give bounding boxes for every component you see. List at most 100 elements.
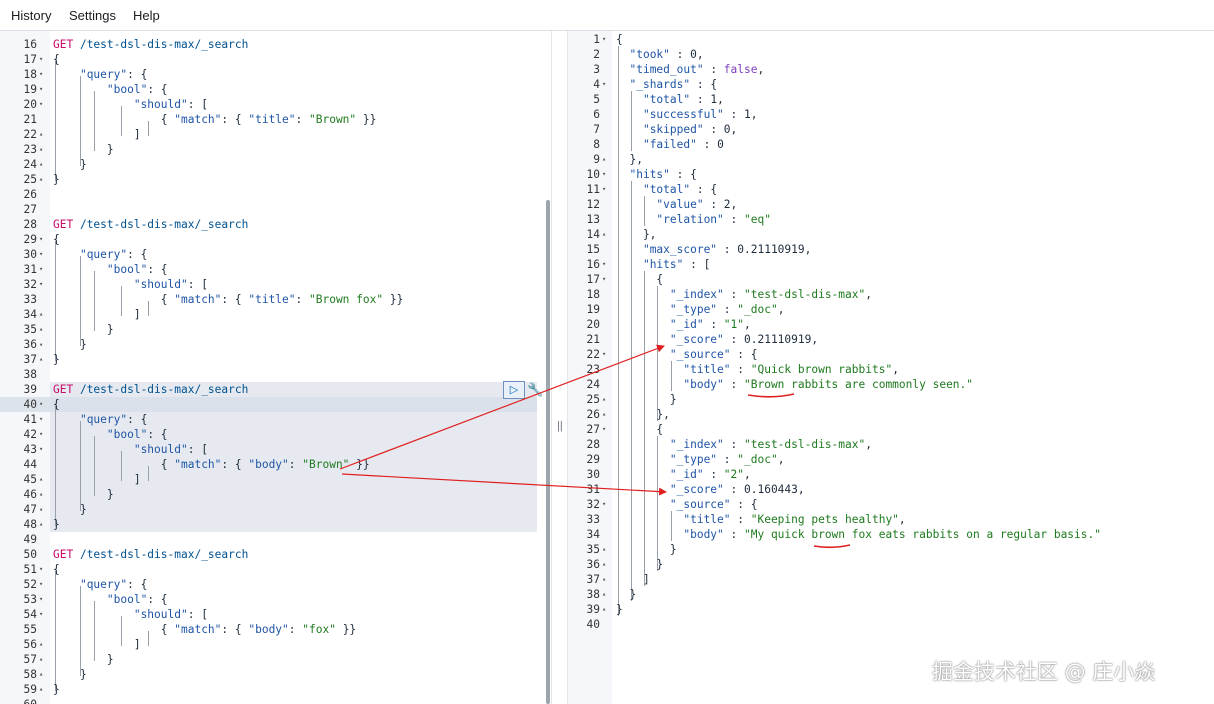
code-line[interactable]: 3 "timed_out" : false, <box>568 62 1214 77</box>
unfold-arrow-icon[interactable]: ▴ <box>39 487 43 502</box>
code-line[interactable]: 15 "max_score" : 0.21110919, <box>568 242 1214 257</box>
fold-arrow-icon[interactable]: ▾ <box>39 67 43 82</box>
code-line[interactable]: 40 <box>568 617 1214 632</box>
code-line[interactable]: 10 ▾ "hits" : { <box>568 167 1214 182</box>
unfold-arrow-icon[interactable]: ▴ <box>39 652 43 667</box>
unfold-arrow-icon[interactable]: ▴ <box>39 352 43 367</box>
fold-arrow-icon[interactable]: ▾ <box>602 257 606 272</box>
unfold-arrow-icon[interactable]: ▴ <box>602 392 606 407</box>
fold-arrow-icon[interactable]: ▾ <box>39 232 43 247</box>
code-line[interactable]: 42 ▾ "bool": { <box>0 427 537 442</box>
code-line[interactable]: 36 ▴ } <box>0 337 537 352</box>
code-line[interactable]: 7 "skipped" : 0, <box>568 122 1214 137</box>
code-line[interactable]: 24 "body" : "Brown rabbits are commonly … <box>568 377 1214 392</box>
fold-arrow-icon[interactable]: ▾ <box>39 52 43 67</box>
code-line[interactable]: 40 ▾ { <box>0 397 537 412</box>
fold-arrow-icon[interactable]: ▾ <box>39 592 43 607</box>
unfold-arrow-icon[interactable]: ▴ <box>39 667 43 682</box>
unfold-arrow-icon[interactable]: ▴ <box>602 557 606 572</box>
code-line[interactable]: 5 "total" : 1, <box>568 92 1214 107</box>
code-line[interactable]: 55 { "match": { "body": "fox" }} <box>0 622 537 637</box>
fold-arrow-icon[interactable]: ▾ <box>39 97 43 112</box>
code-line[interactable]: 52 ▾ "query": { <box>0 577 537 592</box>
code-line[interactable]: 30 ▾ "query": { <box>0 247 537 262</box>
unfold-arrow-icon[interactable]: ▴ <box>39 637 43 652</box>
code-line[interactable]: 39 ▴} <box>568 602 1214 617</box>
code-line[interactable]: 28 GET /test-dsl-dis-max/_search <box>0 217 537 232</box>
code-line[interactable]: 20 "_id" : "1", <box>568 317 1214 332</box>
code-line[interactable]: 22 ▴ ] <box>0 127 537 142</box>
fold-arrow-icon[interactable]: ▾ <box>39 82 43 97</box>
code-line[interactable]: 43 ▾ "should": [ <box>0 442 537 457</box>
code-line[interactable]: 58 ▴ } <box>0 667 537 682</box>
code-line[interactable]: 46 ▴ } <box>0 487 537 502</box>
code-line[interactable]: 26 <box>0 187 537 202</box>
fold-arrow-icon[interactable]: ▾ <box>39 412 43 427</box>
code-line[interactable]: 33 { "match": { "title": "Brown fox" }} <box>0 292 537 307</box>
code-line[interactable]: 30 "_id" : "2", <box>568 467 1214 482</box>
request-scrollbar[interactable] <box>546 200 550 704</box>
unfold-arrow-icon[interactable]: ▴ <box>39 502 43 517</box>
code-line[interactable]: 53 ▾ "bool": { <box>0 592 537 607</box>
code-line[interactable]: 59 ▴} <box>0 682 537 697</box>
fold-arrow-icon[interactable]: ▾ <box>602 32 606 47</box>
splitter-handle[interactable]: || <box>557 420 563 432</box>
fold-arrow-icon[interactable]: ▾ <box>602 347 606 362</box>
code-line[interactable]: 22 ▾ "_source" : { <box>568 347 1214 362</box>
code-line[interactable]: 13 "relation" : "eq" <box>568 212 1214 227</box>
fold-arrow-icon[interactable]: ▾ <box>39 442 43 457</box>
code-line[interactable]: 14 ▴ }, <box>568 227 1214 242</box>
code-line[interactable]: 24 ▴ } <box>0 157 537 172</box>
code-line[interactable]: 60 <box>0 697 537 704</box>
response-viewer[interactable]: 1 ▾{2 "took" : 0, 3 "timed_out" : false, 4 ▾… <box>568 31 1214 704</box>
code-line[interactable]: 57 ▴ } <box>0 652 537 667</box>
unfold-arrow-icon[interactable]: ▴ <box>39 142 43 157</box>
code-line[interactable]: 44 { "match": { "body": "Brown" }} <box>0 457 537 472</box>
fold-arrow-icon[interactable]: ▾ <box>602 497 606 512</box>
menu-history[interactable]: History <box>11 8 51 23</box>
code-line[interactable]: 18 ▾ "query": { <box>0 67 537 82</box>
code-line[interactable]: 2 "took" : 0, <box>568 47 1214 62</box>
code-line[interactable]: 54 ▾ "should": [ <box>0 607 537 622</box>
code-line[interactable]: 16 GET /test-dsl-dis-max/_search <box>0 37 537 52</box>
code-line[interactable]: 4 ▾ "_shards" : { <box>568 77 1214 92</box>
code-line[interactable]: 19 ▾ "bool": { <box>0 82 537 97</box>
fold-arrow-icon[interactable]: ▾ <box>602 272 606 287</box>
code-line[interactable]: 56 ▴ ] <box>0 637 537 652</box>
code-line[interactable]: 38 ▴ } <box>568 587 1214 602</box>
code-line[interactable]: 47 ▴ } <box>0 502 537 517</box>
code-line[interactable]: 16 ▾ "hits" : [ <box>568 257 1214 272</box>
code-line[interactable]: 37 ▴ ] <box>568 572 1214 587</box>
fold-arrow-icon[interactable]: ▾ <box>39 562 43 577</box>
code-line[interactable]: 23 ▴ } <box>0 142 537 157</box>
code-line[interactable]: 21 { "match": { "title": "Brown" }} <box>0 112 537 127</box>
unfold-arrow-icon[interactable]: ▴ <box>602 407 606 422</box>
fold-arrow-icon[interactable]: ▾ <box>39 427 43 442</box>
code-line[interactable]: 26 ▴ }, <box>568 407 1214 422</box>
fold-arrow-icon[interactable]: ▾ <box>39 247 43 262</box>
unfold-arrow-icon[interactable]: ▴ <box>602 542 606 557</box>
unfold-arrow-icon[interactable]: ▴ <box>39 307 43 322</box>
code-line[interactable]: 21 "_score" : 0.21110919, <box>568 332 1214 347</box>
code-line[interactable]: 11 ▾ "total" : { <box>568 182 1214 197</box>
code-line[interactable]: 32 ▾ "_source" : { <box>568 497 1214 512</box>
code-line[interactable]: 33 "title" : "Keeping pets healthy", <box>568 512 1214 527</box>
code-line[interactable]: 49 <box>0 532 537 547</box>
code-line[interactable]: 1 ▾ { <box>568 32 1214 47</box>
code-line[interactable]: 48 ▴} <box>0 517 537 532</box>
fold-arrow-icon[interactable]: ▾ <box>39 262 43 277</box>
code-line[interactable]: 25 ▴} <box>0 172 537 187</box>
pane-splitter[interactable]: || <box>551 31 568 704</box>
code-line[interactable]: 34 "body" : "My quick brown fox eats rab… <box>568 527 1214 542</box>
fold-arrow-icon[interactable]: ▾ <box>39 607 43 622</box>
code-line[interactable]: 17 ▾ { <box>0 52 537 67</box>
fold-arrow-icon[interactable]: ▾ <box>602 77 606 92</box>
code-line[interactable]: 37 ▴} <box>0 352 537 367</box>
unfold-arrow-icon[interactable]: ▴ <box>39 172 43 187</box>
code-line[interactable]: 20 ▾ "should": [ <box>0 97 537 112</box>
unfold-arrow-icon[interactable]: ▴ <box>602 602 606 617</box>
code-line[interactable]: 34 ▴ ] <box>0 307 537 322</box>
code-line[interactable]: 6 "successful" : 1, <box>568 107 1214 122</box>
fold-arrow-icon[interactable]: ▾ <box>39 397 43 412</box>
code-line[interactable]: 41 ▾ "query": { <box>0 412 537 427</box>
